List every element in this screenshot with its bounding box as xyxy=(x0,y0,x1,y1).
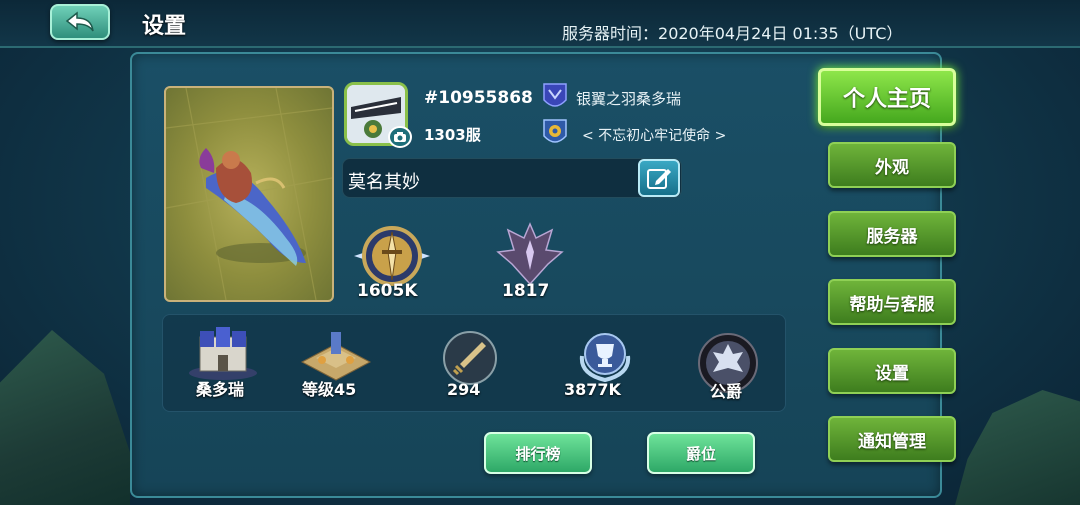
page-title: 设置 xyxy=(142,14,187,39)
title-button[interactable]: 爵位 xyxy=(647,432,755,474)
back-arrow-icon xyxy=(65,11,94,32)
commander-portrait[interactable] xyxy=(164,86,334,302)
sidebar-item-help[interactable]: 帮助与客服 xyxy=(828,279,956,325)
background-rock-right xyxy=(955,390,1080,505)
guild-emblem-icon[interactable] xyxy=(542,82,568,112)
sidebar-item-server[interactable]: 服务器 xyxy=(828,211,956,257)
mounted-commander-image xyxy=(166,88,332,300)
sidebar-item-notifications[interactable]: 通知管理 xyxy=(828,416,956,462)
kills-value: 1817 xyxy=(502,281,550,301)
power-icon xyxy=(352,222,432,288)
power-value: 1605K xyxy=(357,281,418,301)
edit-icon xyxy=(647,169,671,189)
sword-icon[interactable] xyxy=(442,330,498,386)
nickname: 莫名其妙 xyxy=(348,172,420,193)
player-id: #10955868 xyxy=(424,88,533,108)
background-rock-left xyxy=(0,330,130,505)
sidebar-item-settings[interactable]: 设置 xyxy=(828,348,956,394)
trophy-icon[interactable] xyxy=(574,326,636,384)
honor-value: 3877K xyxy=(564,380,621,399)
guild-name[interactable]: 银翼之羽桑多瑞 xyxy=(576,88,681,109)
player-server: 1303服 xyxy=(424,126,481,144)
civilization-icon[interactable] xyxy=(184,325,262,381)
server-time-value: 2020年04月24日 01:35（UTC） xyxy=(658,24,903,43)
rank-title-label: 公爵 xyxy=(710,382,743,401)
attack-value: 294 xyxy=(447,380,481,399)
kills-icon xyxy=(494,222,566,288)
edit-nickname-button[interactable] xyxy=(638,159,680,197)
camera-icon[interactable] xyxy=(388,126,412,148)
city-level-label: 等级45 xyxy=(302,380,357,399)
motto-badge-icon xyxy=(542,118,568,148)
leaderboard-button[interactable]: 排行榜 xyxy=(484,432,592,474)
sidebar-item-appearance[interactable]: 外观 xyxy=(828,142,956,188)
civilization-label: 桑多瑞 xyxy=(196,380,245,399)
back-button[interactable] xyxy=(50,4,110,40)
city-level-icon[interactable] xyxy=(298,328,374,382)
guild-motto: < 不忘初心牢记使命 > xyxy=(582,128,727,144)
sidebar-item-profile[interactable]: 个人主页 xyxy=(818,68,956,126)
server-time-label: 服务器时间： xyxy=(562,24,659,43)
server-time: 服务器时间：2020年04月24日 01:35（UTC） xyxy=(562,20,902,44)
